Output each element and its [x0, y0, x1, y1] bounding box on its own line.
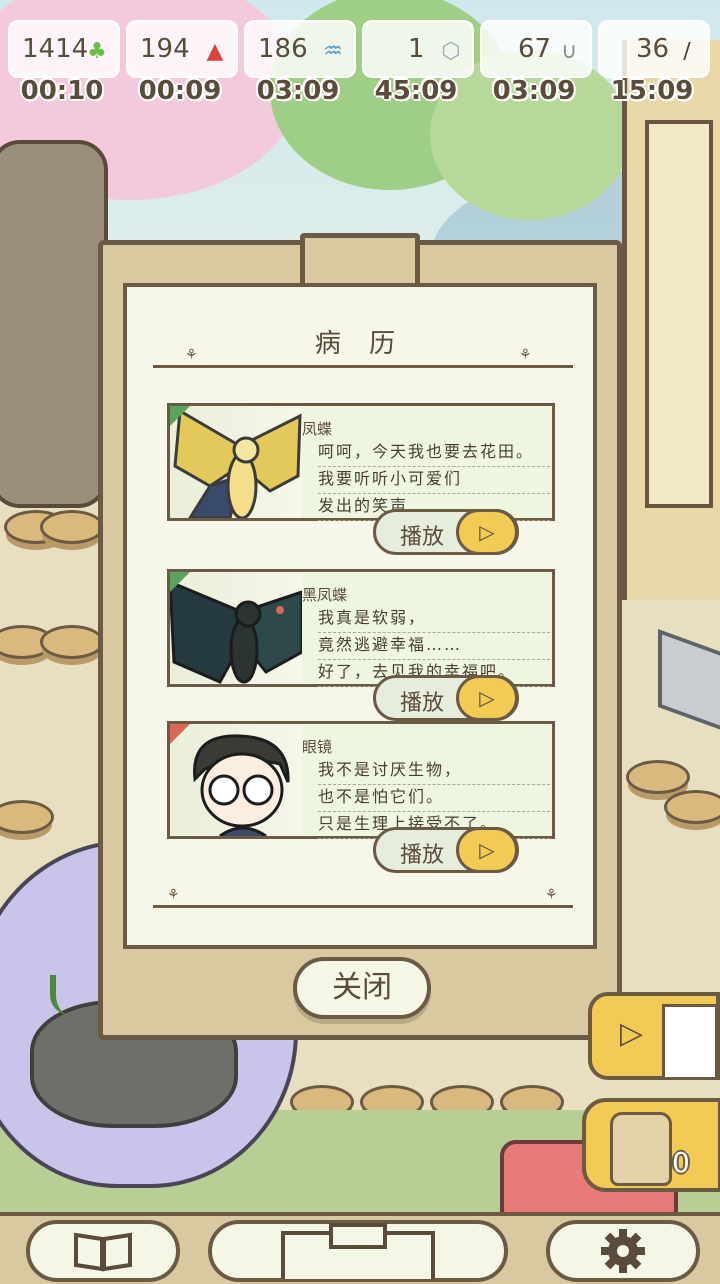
resource-count: 67	[518, 34, 552, 64]
record-card: 眼镜 我不是讨厌生物， 也不是怕它们。 只是生理上接受不了。	[167, 721, 555, 839]
resource-timer: 00:09	[138, 76, 222, 106]
record-corner-tag	[170, 724, 190, 744]
settings-button[interactable]	[546, 1220, 700, 1282]
feather-icon: ∕	[683, 38, 691, 64]
resource-count: 36	[636, 34, 670, 64]
play-icon: ▷	[456, 509, 518, 555]
seed-count: 0	[672, 1146, 690, 1179]
go-indoors-button[interactable]: ▷	[588, 992, 720, 1080]
resource-box: 1 ⬡	[362, 20, 474, 78]
record-corner-tag	[170, 572, 190, 592]
log-stump	[626, 760, 690, 794]
record-line: 竟然逃避幸福……	[318, 633, 550, 660]
resource-timer: 15:09	[610, 76, 694, 106]
resource-count: 1414	[22, 34, 89, 64]
resource-box: 186 ♒	[244, 20, 356, 78]
play-label: 播放	[400, 691, 445, 716]
seed-bag-icon	[610, 1112, 672, 1186]
arrow-right-icon: ▷	[620, 1016, 644, 1051]
wooden-veranda	[622, 40, 720, 600]
door-icon	[662, 1004, 718, 1080]
sprout-icon: ⚘	[167, 887, 180, 903]
medical-record-button[interactable]	[208, 1220, 508, 1282]
resource-shell[interactable]: 1 ⬡ 45:09	[362, 20, 474, 110]
black-swallowtail-portrait	[170, 572, 302, 684]
play-label: 播放	[400, 525, 445, 550]
resource-box: 67 ∪	[480, 20, 592, 78]
log-stump	[664, 790, 720, 824]
resource-water[interactable]: 186 ♒ 03:09	[244, 20, 356, 110]
play-icon: ▷	[456, 827, 518, 873]
speaker-name: 凤蝶	[302, 420, 333, 438]
clipboard-icon	[281, 1223, 435, 1279]
cherry-tree-trunk	[0, 140, 108, 508]
record-corner-tag	[170, 406, 190, 426]
resource-timer: 45:09	[374, 76, 458, 106]
record-line: 我真是软弱，	[318, 606, 550, 633]
resource-count: 186	[258, 34, 308, 64]
paperclip-icon: ∪	[560, 38, 578, 64]
resource-paperclip[interactable]: 67 ∪ 03:09	[480, 20, 592, 110]
divider	[153, 905, 573, 908]
play-button[interactable]: 播放 ▷	[373, 827, 519, 873]
record-line: 我要听听小可爱们	[318, 467, 550, 494]
log-stump	[40, 510, 104, 544]
gear-icon	[601, 1229, 645, 1273]
play-button[interactable]: 播放 ▷	[373, 675, 519, 721]
shell-icon: ⬡	[441, 38, 461, 64]
resource-box: 194 ▲	[126, 20, 238, 78]
record-line: 呵呵，今天我也要去花田。	[318, 440, 550, 467]
record-paper[interactable]: 病 历 ⚘ ⚘ 凤蝶 呵呵，今天我也要去花田。 我要听听小可爱们 发出的笑声……	[123, 283, 597, 949]
medical-record-dialog: 病 历 ⚘ ⚘ 凤蝶 呵呵，今天我也要去花田。 我要听听小可爱们 发出的笑声……	[98, 233, 622, 1040]
sprout-icon: ⚘	[519, 347, 532, 363]
speaker-name: 眼镜	[302, 738, 333, 756]
sprout-icon: ⚘	[545, 887, 558, 903]
water-drop-icon: ♒	[323, 38, 343, 64]
play-label: 播放	[400, 843, 445, 868]
resource-count: 1	[408, 34, 425, 64]
bottom-nav	[0, 1212, 720, 1284]
red-crystal-icon: ▲	[206, 38, 224, 64]
resource-timer: 03:09	[492, 76, 576, 106]
divider	[153, 365, 573, 368]
record-line: 也不是怕它们。	[318, 785, 550, 812]
play-button[interactable]: 播放 ▷	[373, 509, 519, 555]
glasses-boy-portrait	[170, 724, 302, 836]
record-card: 黑凤蝶 我真是软弱， 竟然逃避幸福…… 好了，去见我的幸福吧。	[167, 569, 555, 687]
resource-box: 36 ∕	[598, 20, 710, 78]
swallowtail-butterfly-portrait	[170, 406, 302, 518]
play-icon: ▷	[456, 675, 518, 721]
sprout-icon: ⚘	[185, 347, 198, 363]
resource-timer: 03:09	[256, 76, 340, 106]
book-icon	[74, 1232, 132, 1272]
seed-bag-button[interactable]: 0	[582, 1098, 720, 1192]
log-stump	[40, 625, 104, 659]
record-card: 凤蝶 呵呵，今天我也要去花田。 我要听听小可爱们 发出的笑声……	[167, 403, 555, 521]
veranda-door	[645, 120, 713, 508]
resource-red-crystal[interactable]: 194 ▲ 00:09	[126, 20, 238, 110]
encyclopedia-button[interactable]	[26, 1220, 180, 1282]
clover-icon: ♣	[87, 38, 107, 64]
resource-count: 194	[140, 34, 190, 64]
resource-timer: 00:10	[20, 76, 104, 106]
resource-box: 1414 ♣	[8, 20, 120, 78]
speaker-name: 黑凤蝶	[302, 586, 348, 604]
resource-bar: 1414 ♣ 00:10 194 ▲ 00:09 186 ♒ 03:09 1 ⬡…	[8, 20, 712, 110]
close-button[interactable]: 关闭	[293, 957, 431, 1019]
record-line: 我不是讨厌生物，	[318, 758, 550, 785]
resource-clover[interactable]: 1414 ♣ 00:10	[8, 20, 120, 110]
resource-feather[interactable]: 36 ∕ 15:09	[598, 20, 710, 110]
